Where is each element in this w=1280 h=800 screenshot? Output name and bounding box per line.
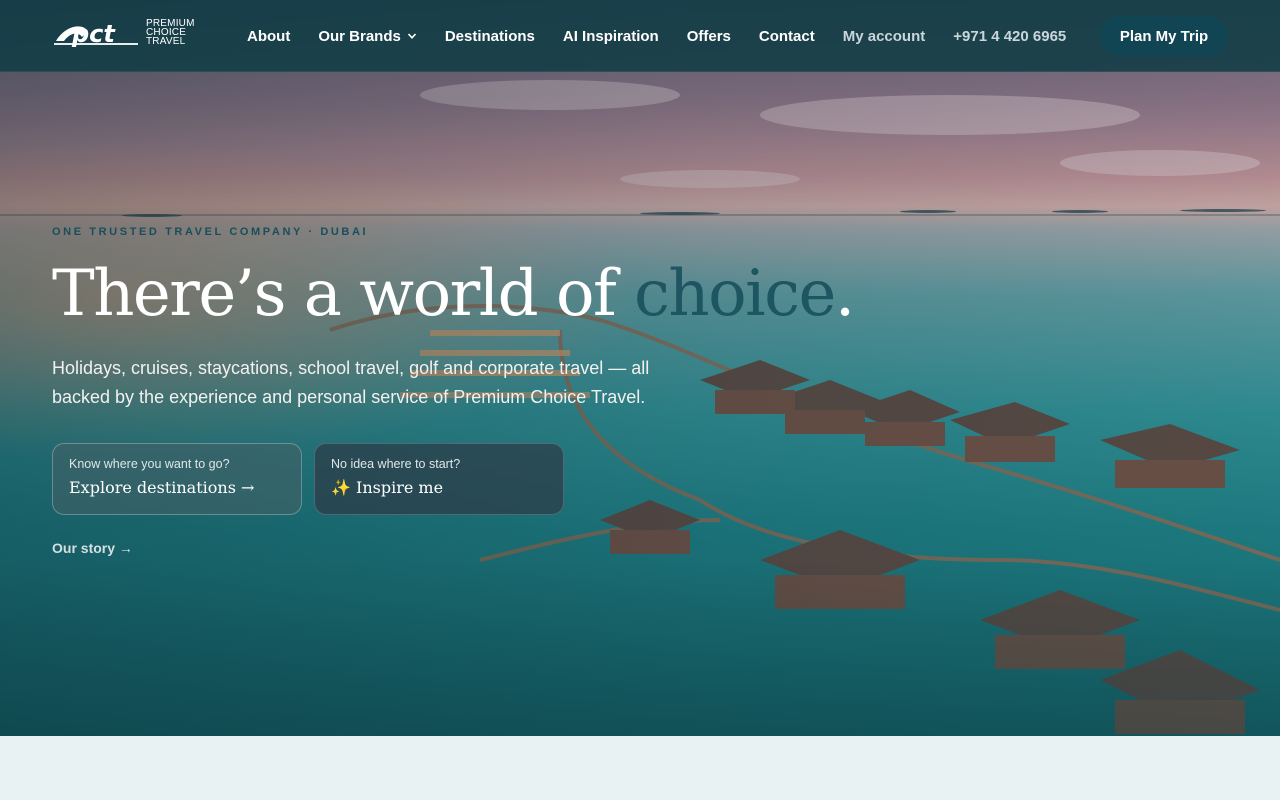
card-hint: No idea where to start?: [331, 457, 461, 471]
nav-ai-inspiration[interactable]: AI Inspiration: [563, 28, 659, 45]
logo-word: TRAVEL: [146, 35, 186, 47]
site-header: pct PREMIUM CHOICE TRAVEL About Our Bran…: [0, 0, 1280, 72]
card-title: ✨ Inspire me: [331, 478, 444, 497]
headline-prefix: There’s a world of: [52, 257, 635, 331]
logo-wordmark: PREMIUM CHOICE TRAVEL: [146, 18, 195, 47]
hero-bottom-fade: [0, 560, 1280, 736]
next-section: [0, 736, 1280, 800]
nav-destinations[interactable]: Destinations: [445, 28, 535, 45]
headline-suffix: .: [834, 257, 855, 331]
nav-contact[interactable]: Contact: [759, 28, 815, 45]
our-story-link[interactable]: Our story →: [52, 540, 133, 556]
card-hint: Know where you want to go?: [69, 457, 230, 471]
pct-logo[interactable]: pct PREMIUM CHOICE TRAVEL: [52, 15, 202, 49]
hero-subtext: Holidays, cruises, staycations, school t…: [52, 358, 650, 407]
nav-offers[interactable]: Offers: [687, 28, 731, 45]
hero-eyebrow: ONE TRUSTED TRAVEL COMPANY · DUBAI: [52, 226, 369, 238]
card-title: Explore destinations →: [69, 478, 255, 497]
nav-our-brands-label: Our Brands: [318, 27, 401, 45]
pct-logo-mark: pct: [54, 20, 138, 48]
nav-our-brands[interactable]: Our Brands: [318, 28, 417, 45]
nav-phone[interactable]: +971 4 420 6965: [953, 28, 1066, 45]
chevron-down-icon: [407, 33, 416, 39]
main-nav: About Our Brands Destinations AI Inspira…: [247, 0, 1094, 72]
nav-about[interactable]: About: [247, 28, 290, 45]
inspire-me-card[interactable]: No idea where to start? ✨ Inspire me: [314, 443, 564, 515]
headline-accent: choice: [634, 257, 836, 331]
hero-section: ONE TRUSTED TRAVEL COMPANY · DUBAI There…: [0, 0, 1280, 736]
hero-headline: There’s a world of choice.: [52, 252, 855, 336]
explore-destinations-card[interactable]: Know where you want to go? Explore desti…: [52, 443, 302, 515]
plan-my-trip-button[interactable]: Plan My Trip: [1100, 16, 1228, 56]
nav-my-account[interactable]: My account: [843, 28, 926, 45]
